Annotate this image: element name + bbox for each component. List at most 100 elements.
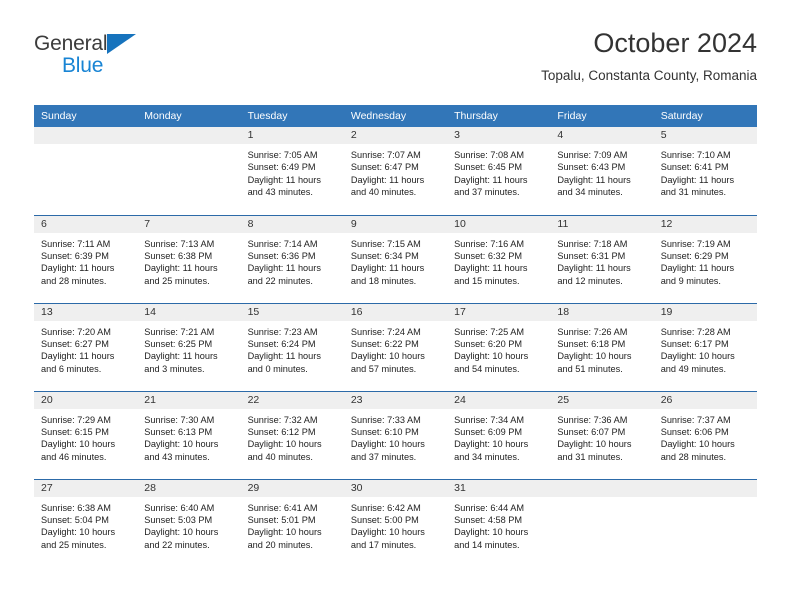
sunrise-text: Sunrise: 7:37 AM: [660, 414, 731, 425]
calendar-day-cell[interactable]: 6 Sunrise: 7:11 AM Sunset: 6:39 PM Daylight…: [34, 214, 138, 303]
calendar-day-cell[interactable]: 17 Sunrise: 7:25 AM Sunset: 6:20 PM Dayligh…: [447, 302, 551, 391]
day-number: 9: [343, 215, 448, 233]
sunrise-text: Sunrise: 7:14 AM: [247, 238, 318, 249]
daylight-text: Daylight: 10 hours and 51 minutes.: [557, 351, 632, 374]
day-details: Sunrise: 7:28 AM Sunset: 6:17 PM Daylight:…: [654, 321, 757, 376]
sunrise-text: Sunrise: 6:41 AM: [247, 502, 318, 513]
calendar-day-cell[interactable]: 9 Sunrise: 7:15 AM Sunset: 6:34 PM Daylight…: [343, 214, 448, 303]
sunset-text: Sunset: 6:29 PM: [660, 250, 729, 261]
calendar-day-cell[interactable]: 30 Sunrise: 6:42 AM Sunset: 5:00 PM Dayligh…: [343, 478, 448, 567]
sunrise-text: Sunrise: 7:29 AM: [41, 414, 111, 425]
day-details: Sunrise: 7:13 AM Sunset: 6:38 PM Daylight:…: [137, 233, 240, 288]
calendar-day-cell[interactable]: 5 Sunrise: 7:10 AM Sunset: 6:41 PM Daylight…: [653, 127, 757, 215]
weekday-header-friday: Friday: [550, 105, 654, 127]
sunset-text: Sunset: 6:34 PM: [350, 250, 419, 261]
sunrise-text: Sunrise: 7:32 AM: [247, 414, 318, 425]
daylight-text: Daylight: 10 hours and 49 minutes.: [660, 351, 735, 374]
day-number: 21: [137, 391, 241, 409]
calendar-day-cell[interactable]: 7 Sunrise: 7:13 AM Sunset: 6:38 PM Daylight…: [137, 214, 241, 303]
sunset-text: Sunset: 6:43 PM: [557, 162, 626, 173]
daylight-text: Daylight: 11 hours and 28 minutes.: [41, 263, 115, 286]
day-details: Sunrise: 7:19 AM Sunset: 6:29 PM Daylight:…: [654, 233, 757, 288]
day-details: Sunrise: 7:37 AM Sunset: 6:06 PM Daylight:…: [654, 409, 757, 464]
weekday-header-saturday: Saturday: [653, 105, 757, 127]
day-details: Sunrise: 7:24 AM Sunset: 6:22 PM Daylight:…: [344, 321, 447, 376]
calendar-day-cell[interactable]: 21 Sunrise: 7:30 AM Sunset: 6:13 PM Dayligh…: [137, 390, 241, 479]
day-number: 31: [447, 479, 551, 497]
calendar-day-cell[interactable]: 8 Sunrise: 7:14 AM Sunset: 6:36 PM Daylight…: [240, 214, 344, 303]
day-number: 20: [34, 391, 138, 409]
sunrise-text: Sunrise: 6:44 AM: [454, 502, 525, 513]
calendar-day-cell[interactable]: 25 Sunrise: 7:36 AM Sunset: 6:07 PM Dayligh…: [550, 390, 654, 479]
day-details: Sunrise: 7:32 AM Sunset: 6:12 PM Daylight:…: [241, 409, 344, 464]
day-details: Sunrise: 7:15 AM Sunset: 6:34 PM Daylight:…: [344, 233, 447, 288]
sunrise-text: Sunrise: 7:19 AM: [660, 238, 731, 249]
day-details: Sunrise: 7:08 AM Sunset: 6:45 PM Daylight:…: [447, 144, 550, 199]
logo-triangle-icon: [107, 34, 136, 54]
weekday-header-monday: Monday: [137, 105, 241, 127]
calendar-cell-empty: [550, 478, 654, 567]
day-number: 30: [343, 479, 448, 497]
calendar-day-cell[interactable]: 16 Sunrise: 7:24 AM Sunset: 6:22 PM Dayligh…: [343, 302, 448, 391]
calendar-day-cell[interactable]: 31 Sunrise: 6:44 AM Sunset: 4:58 PM Dayligh…: [447, 478, 551, 567]
daylight-text: Daylight: 10 hours and 17 minutes.: [350, 527, 425, 550]
day-number: 25: [550, 391, 654, 409]
day-details: Sunrise: 7:05 AM Sunset: 6:49 PM Daylight:…: [241, 144, 344, 199]
calendar-day-cell[interactable]: 23 Sunrise: 7:33 AM Sunset: 6:10 PM Dayligh…: [343, 390, 448, 479]
calendar-day-cell[interactable]: 29 Sunrise: 6:41 AM Sunset: 5:01 PM Dayligh…: [240, 478, 344, 567]
day-details: Sunrise: 7:18 AM Sunset: 6:31 PM Daylight:…: [550, 233, 653, 288]
sunset-text: Sunset: 6:47 PM: [350, 162, 419, 173]
calendar-day-cell[interactable]: 19 Sunrise: 7:28 AM Sunset: 6:17 PM Dayligh…: [653, 302, 757, 391]
daylight-text: Daylight: 11 hours and 31 minutes.: [660, 174, 735, 198]
day-number: 2: [343, 127, 448, 144]
sunset-text: Sunset: 6:12 PM: [247, 426, 316, 437]
day-number: 19: [653, 303, 757, 321]
calendar-day-cell[interactable]: 14 Sunrise: 7:21 AM Sunset: 6:25 PM Dayligh…: [137, 302, 241, 391]
day-details: Sunrise: 7:23 AM Sunset: 6:24 PM Daylight:…: [241, 321, 344, 376]
calendar-week-row: 6 Sunrise: 7:11 AM Sunset: 6:39 PM Daylight…: [34, 214, 757, 303]
daylight-text: Daylight: 11 hours and 0 minutes.: [247, 351, 321, 374]
day-number: [653, 479, 757, 497]
sunset-text: Sunset: 6:25 PM: [144, 338, 213, 349]
sunset-text: Sunset: 6:49 PM: [247, 162, 316, 173]
calendar-day-cell[interactable]: 26 Sunrise: 7:37 AM Sunset: 6:06 PM Dayligh…: [653, 390, 757, 479]
sunrise-text: Sunrise: 7:09 AM: [557, 150, 628, 160]
day-number: 5: [653, 127, 757, 144]
day-number: 22: [240, 391, 344, 409]
day-number: 14: [137, 303, 241, 321]
calendar-day-cell[interactable]: 18 Sunrise: 7:26 AM Sunset: 6:18 PM Dayligh…: [550, 302, 654, 391]
calendar-day-cell[interactable]: 13 Sunrise: 7:20 AM Sunset: 6:27 PM Dayligh…: [34, 302, 138, 391]
sunrise-text: Sunrise: 7:33 AM: [350, 414, 421, 425]
sunset-text: Sunset: 6:41 PM: [660, 162, 729, 173]
calendar-day-cell[interactable]: 20 Sunrise: 7:29 AM Sunset: 6:15 PM Dayligh…: [34, 390, 138, 479]
sunrise-text: Sunrise: 7:13 AM: [144, 238, 215, 249]
calendar-day-cell[interactable]: 4 Sunrise: 7:09 AM Sunset: 6:43 PM Daylight…: [550, 127, 654, 215]
sunset-text: Sunset: 4:58 PM: [454, 514, 523, 525]
calendar-day-cell[interactable]: 1 Sunrise: 7:05 AM Sunset: 6:49 PM Daylight…: [240, 127, 344, 215]
calendar-day-cell[interactable]: 27 Sunrise: 6:38 AM Sunset: 5:04 PM Dayligh…: [34, 478, 138, 567]
day-details: Sunrise: 7:34 AM Sunset: 6:09 PM Daylight:…: [447, 409, 550, 464]
calendar-day-cell[interactable]: 28 Sunrise: 6:40 AM Sunset: 5:03 PM Dayligh…: [137, 478, 241, 567]
day-details: Sunrise: 6:44 AM Sunset: 4:58 PM Daylight:…: [447, 497, 550, 552]
day-number: 23: [343, 391, 448, 409]
calendar-day-cell[interactable]: 10 Sunrise: 7:16 AM Sunset: 6:32 PM Dayligh…: [447, 214, 551, 303]
calendar-page: General Blue October 2024 Topalu, Consta…: [0, 0, 792, 612]
calendar-day-cell[interactable]: 11 Sunrise: 7:18 AM Sunset: 6:31 PM Dayligh…: [550, 214, 654, 303]
day-number: 15: [240, 303, 344, 321]
day-details: Sunrise: 7:09 AM Sunset: 6:43 PM Daylight:…: [550, 144, 653, 199]
calendar-day-cell[interactable]: 3 Sunrise: 7:08 AM Sunset: 6:45 PM Daylight…: [447, 127, 551, 215]
daylight-text: Daylight: 10 hours and 46 minutes.: [41, 439, 116, 462]
daylight-text: Daylight: 11 hours and 15 minutes.: [454, 263, 528, 286]
calendar-day-cell[interactable]: 15 Sunrise: 7:23 AM Sunset: 6:24 PM Dayligh…: [240, 302, 344, 391]
calendar-day-cell[interactable]: 12 Sunrise: 7:19 AM Sunset: 6:29 PM Dayligh…: [653, 214, 757, 303]
sunrise-text: Sunrise: 7:18 AM: [557, 238, 628, 249]
calendar-day-cell[interactable]: 2 Sunrise: 7:07 AM Sunset: 6:47 PM Daylight…: [343, 127, 448, 215]
daylight-text: Daylight: 10 hours and 28 minutes.: [660, 439, 735, 462]
calendar-week-row: 1 Sunrise: 7:05 AM Sunset: 6:49 PM Daylight…: [34, 127, 757, 215]
day-details: Sunrise: 7:11 AM Sunset: 6:39 PM Daylight:…: [34, 233, 137, 288]
sunset-text: Sunset: 6:32 PM: [454, 250, 523, 261]
calendar-day-cell[interactable]: 24 Sunrise: 7:34 AM Sunset: 6:09 PM Dayligh…: [447, 390, 551, 479]
sunrise-text: Sunrise: 6:42 AM: [350, 502, 421, 513]
calendar-day-cell[interactable]: 22 Sunrise: 7:32 AM Sunset: 6:12 PM Dayligh…: [240, 390, 344, 479]
sunrise-text: Sunrise: 7:36 AM: [557, 414, 628, 425]
